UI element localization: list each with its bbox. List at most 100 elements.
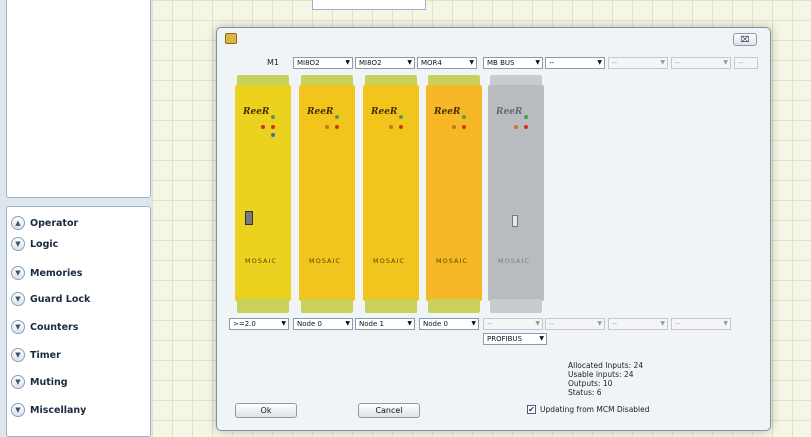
module-body: ReeR MOSAIC xyxy=(299,85,355,301)
ghost-item xyxy=(21,3,81,13)
chevron-down-icon[interactable]: ▼ xyxy=(11,403,25,417)
node-value-5: -- xyxy=(549,320,555,328)
module-footer: MOSAIC xyxy=(245,257,277,265)
terminal-block-bottom xyxy=(365,299,417,313)
terminal-block-bottom xyxy=(301,299,353,313)
module-footer: MOSAIC xyxy=(498,257,530,265)
terminal-block-bottom xyxy=(490,299,542,313)
close-icon: ⌧ xyxy=(740,35,750,44)
chevron-down-icon[interactable]: ▼ xyxy=(11,320,25,334)
checkbox-icon[interactable]: ✔ xyxy=(527,405,536,414)
slot-2-select[interactable]: MI8O2 ▼ xyxy=(355,57,415,69)
dropdown-arrow-icon: ▼ xyxy=(660,320,665,327)
terminal-block-bottom xyxy=(428,299,480,313)
workspace-tab-stub xyxy=(312,0,426,10)
node-select-6[interactable]: -- ▼ xyxy=(608,318,668,330)
slot-3-select[interactable]: MOR4 ▼ xyxy=(417,57,477,69)
usable-inputs: Usable inputs: 24 xyxy=(568,370,634,379)
slot-4-select[interactable]: MB BUS ▼ xyxy=(483,57,543,69)
slot-8-value: -- xyxy=(738,59,744,67)
module-body: ReeR MOSAIC xyxy=(235,85,291,301)
module-footer: MOSAIC xyxy=(436,257,468,265)
module-mor4[interactable]: ReeR MOSAIC xyxy=(426,75,482,313)
slot-1-select[interactable]: MI8O2 ▼ xyxy=(293,57,353,69)
slot-4-value: MB BUS xyxy=(487,59,515,67)
module-mi8o2-1[interactable]: ReeR MOSAIC xyxy=(299,75,355,313)
chevron-down-icon[interactable]: ▼ xyxy=(11,266,25,280)
slot-8-select[interactable]: -- xyxy=(734,57,758,69)
module-mi8o2-2[interactable]: ReeR MOSAIC xyxy=(363,75,419,313)
sidebar-item-counters[interactable]: ▼ Counters xyxy=(11,320,78,334)
chevron-down-icon[interactable]: ▼ xyxy=(11,348,25,362)
slot-7-value: -- xyxy=(675,59,681,67)
operator-pane: ▲ Operator ▼ Logic ▼ Memories ▼ Guard Lo… xyxy=(6,206,151,437)
m1-label: M1 xyxy=(267,58,279,67)
led xyxy=(271,125,275,129)
sidebar-item-guard-lock[interactable]: ▼ Guard Lock xyxy=(11,292,90,306)
dropdown-arrow-icon: ▼ xyxy=(723,320,728,327)
slot-5-value: -- xyxy=(549,59,555,67)
dropdown-arrow-icon: ▼ xyxy=(281,320,286,327)
tools-pane xyxy=(6,0,151,198)
sidebar-item-logic[interactable]: ▼ Logic xyxy=(11,237,58,251)
dropdown-arrow-icon: ▼ xyxy=(539,335,544,342)
brand-logo: ReeR xyxy=(243,107,270,117)
module-body: ReeR MOSAIC xyxy=(363,85,419,301)
allocated-inputs: Allocated Inputs: 24 xyxy=(568,361,644,370)
led xyxy=(462,125,466,129)
brand-logo: ReeR xyxy=(307,107,334,117)
dropdown-arrow-icon: ▼ xyxy=(407,320,412,327)
fieldbus-select[interactable]: PROFIBUS ▼ xyxy=(483,333,547,345)
node-select-3[interactable]: Node 0 ▼ xyxy=(419,318,479,330)
sidebar-item-memories[interactable]: ▼ Memories xyxy=(11,266,82,280)
chevron-down-icon[interactable]: ▼ xyxy=(11,237,25,251)
node-value-3: Node 0 xyxy=(423,320,448,328)
node-select-7[interactable]: -- ▼ xyxy=(671,318,731,330)
node-select-4[interactable]: -- ▼ xyxy=(483,318,543,330)
module-mb-bus[interactable]: ReeR MOSAIC xyxy=(488,75,544,313)
node-select-5[interactable]: -- ▼ xyxy=(545,318,605,330)
cancel-button[interactable]: Cancel xyxy=(358,403,420,418)
led xyxy=(389,125,393,129)
dropdown-arrow-icon: ▼ xyxy=(345,59,350,66)
slot-6-select[interactable]: -- ▼ xyxy=(608,57,668,69)
bus-port-icon xyxy=(512,215,518,227)
led xyxy=(462,115,466,119)
terminal-block-bottom xyxy=(237,299,289,313)
usb-port-icon xyxy=(245,211,253,225)
node-value-6: -- xyxy=(612,320,618,328)
close-button[interactable]: ⌧ xyxy=(733,33,757,46)
operator-label: Operator xyxy=(30,217,79,229)
status-value: Status: 6 xyxy=(568,388,602,397)
allocation-info: Allocated Inputs: 24 Usable inputs: 24 O… xyxy=(568,361,643,397)
slot-7-select[interactable]: -- ▼ xyxy=(671,57,731,69)
node-select-2[interactable]: Node 1 ▼ xyxy=(355,318,415,330)
sidebar-item-timer[interactable]: ▼ Timer xyxy=(11,348,61,362)
firmware-select[interactable]: >=2.0 ▼ xyxy=(229,318,289,330)
slot-2-value: MI8O2 xyxy=(359,59,382,67)
update-toggle[interactable]: ✔ Updating from MCM Disabled xyxy=(527,405,650,414)
led xyxy=(452,125,456,129)
node-value-4: -- xyxy=(487,320,493,328)
dropdown-arrow-icon: ▼ xyxy=(407,59,412,66)
led xyxy=(524,125,528,129)
node-value-1: Node 0 xyxy=(297,320,322,328)
module-m1[interactable]: ReeR MOSAIC xyxy=(235,75,291,313)
led xyxy=(399,115,403,119)
chevron-up-icon[interactable]: ▲ xyxy=(11,216,25,230)
dropdown-arrow-icon: ▼ xyxy=(345,320,350,327)
led xyxy=(335,125,339,129)
node-select-1[interactable]: Node 0 ▼ xyxy=(293,318,353,330)
sidebar-item-miscellany[interactable]: ▼ Miscellany xyxy=(11,403,86,417)
chevron-down-icon[interactable]: ▼ xyxy=(11,292,25,306)
operator-header[interactable]: ▲ Operator xyxy=(11,216,78,230)
module-body: ReeR MOSAIC xyxy=(488,85,544,301)
ok-button[interactable]: Ok xyxy=(235,403,297,418)
dropdown-arrow-icon: ▼ xyxy=(597,320,602,327)
module-footer: MOSAIC xyxy=(309,257,341,265)
chevron-down-icon[interactable]: ▼ xyxy=(11,375,25,389)
slot-5-select[interactable]: -- ▼ xyxy=(545,57,605,69)
sidebar-item-label: Guard Lock xyxy=(30,293,91,305)
sidebar-item-muting[interactable]: ▼ Muting xyxy=(11,375,68,389)
brand-logo: ReeR xyxy=(496,107,523,117)
